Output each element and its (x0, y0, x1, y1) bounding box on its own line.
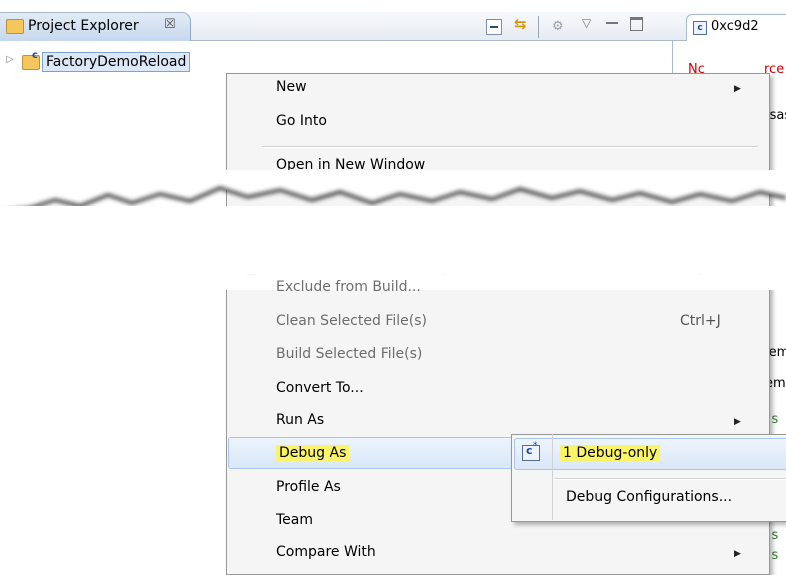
submenu-arrow-icon: ▶ (734, 417, 741, 427)
torn-paper-divider (0, 170, 786, 290)
project-name-label: FactoryDemoReload (42, 52, 191, 72)
submenu-item-debug-configurations[interactable]: Debug Configurations... (566, 489, 732, 505)
link-with-editor-icon[interactable]: ⇆ (514, 15, 528, 33)
project-explorer-tab[interactable]: Project Explorer ☒ (0, 12, 191, 41)
menu-item-build-selected-files: Build Selected File(s) (276, 346, 423, 362)
menu-item-exclude-from-build: Exclude from Build... (276, 279, 421, 295)
toolbar-separator (538, 16, 539, 38)
c-project-folder-icon (22, 50, 40, 70)
c-file-icon: c (693, 21, 707, 35)
editor-tab[interactable]: c 0xc9d2 (686, 14, 786, 41)
menu-item-run-as[interactable]: Run As (276, 412, 324, 428)
project-explorer-title: Project Explorer (28, 18, 139, 34)
menu-item-team[interactable]: Team (276, 512, 313, 528)
submenu-icon-gutter (552, 434, 553, 520)
c-application-launch-icon (522, 441, 540, 461)
menu-item-profile-as[interactable]: Profile As (276, 479, 341, 495)
editor-tab-title: 0xc9d2 (711, 19, 759, 34)
collapse-all-icon[interactable] (486, 19, 502, 35)
shortcut-ctrl-j: Ctrl+J (680, 313, 721, 329)
maximize-icon[interactable] (630, 17, 643, 31)
minimize-icon[interactable] (606, 22, 618, 24)
menu-item-debug-as[interactable]: Debug As (276, 445, 350, 461)
menu-item-new[interactable]: New (276, 79, 307, 95)
project-explorer-icon (6, 19, 24, 34)
menu-separator (262, 146, 758, 148)
debug-as-label: Debug As (276, 445, 350, 461)
filter-icon[interactable]: ⚙ (552, 19, 566, 34)
view-menu-icon[interactable]: ▽ (582, 16, 591, 30)
submenu-separator (555, 478, 786, 480)
close-tab-icon[interactable]: ☒ (164, 17, 176, 32)
menu-item-compare-with[interactable]: Compare With (276, 544, 376, 560)
submenu-arrow-icon: ▶ (734, 84, 741, 94)
submenu-item-debug-only[interactable]: 1 Debug-only (560, 445, 661, 461)
menu-item-convert-to[interactable]: Convert To... (276, 380, 364, 396)
menu-item-go-into[interactable]: Go Into (276, 113, 327, 129)
menu-item-debug-as-highlight[interactable] (228, 437, 520, 469)
menu-item-clean-selected-files: Clean Selected File(s) (276, 313, 427, 329)
expand-arrow-icon[interactable]: ▷ (6, 54, 14, 65)
debug-only-label: 1 Debug-only (560, 445, 661, 461)
submenu-arrow-icon: ▶ (734, 549, 741, 559)
